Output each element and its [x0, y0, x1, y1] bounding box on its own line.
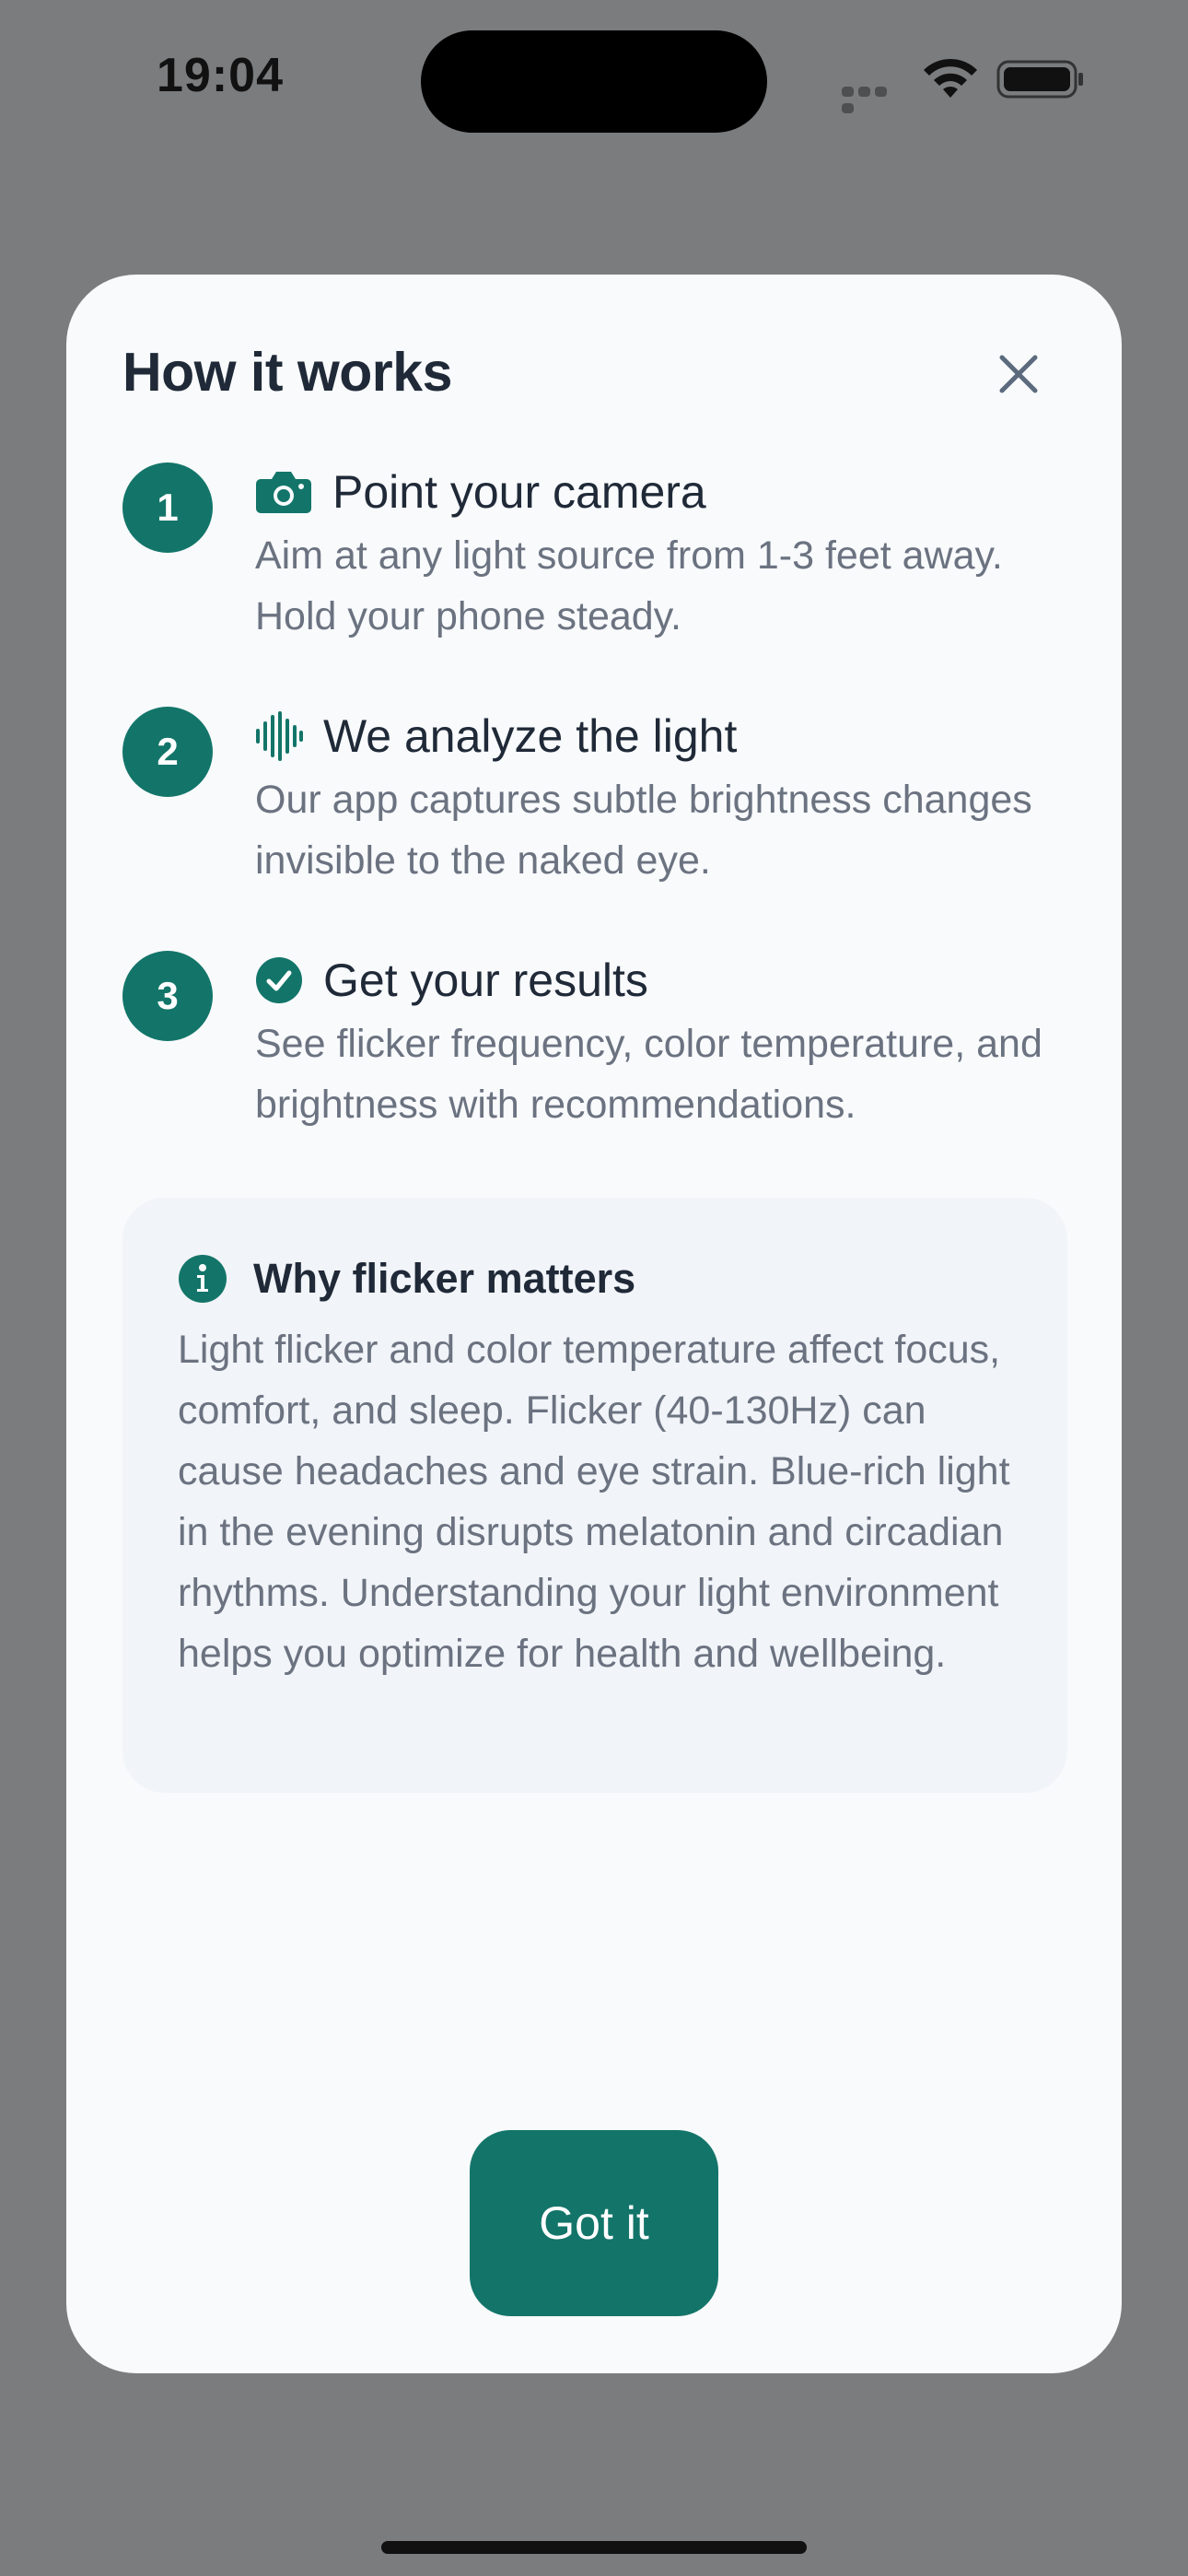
dynamic-island: [421, 30, 767, 133]
checkmark-circle-icon: [255, 956, 303, 1004]
got-it-button[interactable]: Got it: [470, 2130, 718, 2316]
info-title: Why flicker matters: [253, 1255, 636, 1302]
step-header: We analyze the light: [255, 707, 737, 766]
close-button[interactable]: [984, 339, 1054, 409]
step-title: Point your camera: [332, 466, 706, 518]
waveform-icon: [255, 711, 303, 761]
cellular-signal-icon: [842, 85, 906, 113]
step-description: Aim at any light source from 1-3 feet aw…: [255, 533, 1003, 638]
step-title: We analyze the light: [323, 710, 738, 762]
step-header: Get your results: [255, 951, 648, 1010]
status-time: 19:04: [157, 49, 284, 102]
camera-icon: [255, 470, 312, 514]
how-it-works-sheet: How it works 1 Point your camera Aim at …: [66, 275, 1122, 2373]
step-header: Point your camera: [255, 463, 706, 521]
info-text: Light flicker and color temperature affe…: [178, 1328, 1010, 1676]
wifi-icon: [924, 58, 977, 98]
step-description: Our app captures subtle brightness chang…: [255, 778, 1032, 883]
step-number-badge: 1: [122, 463, 213, 553]
step-title: Get your results: [323, 954, 648, 1006]
battery-icon: [996, 60, 1083, 99]
step-number-badge: 2: [122, 707, 213, 797]
sheet-title: How it works: [122, 342, 452, 403]
info-icon: [179, 1255, 227, 1303]
close-icon: [999, 355, 1038, 393]
step-number-badge: 3: [122, 951, 213, 1041]
step-description: See flicker frequency, color temperature…: [255, 1022, 1042, 1127]
status-bar: 19:04: [0, 0, 1188, 157]
info-header: Why flicker matters: [178, 1253, 635, 1305]
info-card: Why flicker matters Light flicker and co…: [122, 1198, 1067, 1793]
home-indicator[interactable]: [381, 2541, 807, 2554]
